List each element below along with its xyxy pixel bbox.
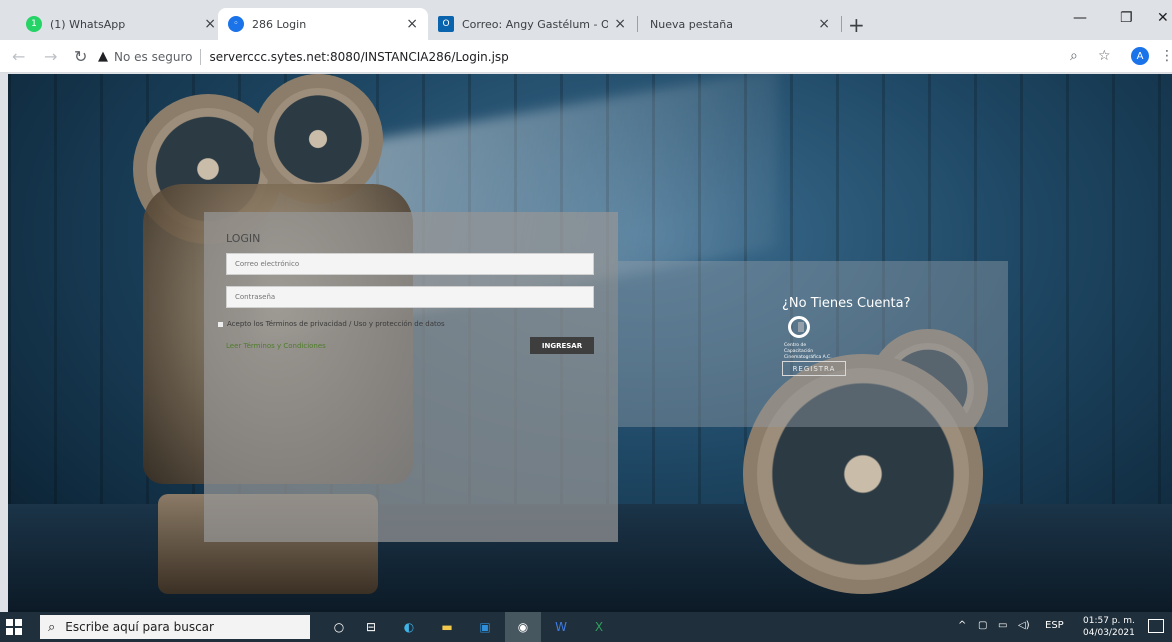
- clock-time: 01:57 p. m.: [1083, 616, 1135, 626]
- whatsapp-icon: 1: [26, 16, 42, 32]
- login-panel: LOGIN Acepto los Términos de privacidad …: [204, 212, 618, 542]
- tab-title: 286 Login: [252, 17, 307, 31]
- tab-title: (1) WhatsApp: [50, 17, 126, 31]
- search-icon: ⌕: [48, 619, 56, 635]
- word-icon[interactable]: W: [552, 618, 570, 636]
- tab-outlook[interactable]: O Correo: Angy Gastélum - Outlook ×: [428, 8, 636, 40]
- ccc-logo-icon: [788, 316, 810, 338]
- no-account-heading: ¿No Tienes Cuenta?: [782, 296, 911, 311]
- tab-new[interactable]: Nueva pestaña ×: [640, 8, 840, 40]
- clock-date: 04/03/2021: [1083, 628, 1135, 638]
- tab-whatsapp[interactable]: 1 (1) WhatsApp ×: [16, 8, 226, 40]
- terms-checkbox[interactable]: [218, 321, 223, 327]
- browser-toolbar: ← → ↻ ▲ No es seguro serverccc.sytes.net…: [0, 40, 1172, 73]
- page-viewport: ¿No Tienes Cuenta? Centro de Capacitació…: [8, 74, 1172, 612]
- cortana-icon[interactable]: ○: [330, 618, 348, 636]
- read-terms-link[interactable]: Leer Términos y Condiciones: [226, 342, 326, 350]
- minimize-icon[interactable]: —: [1073, 10, 1087, 26]
- close-window-icon[interactable]: ✕: [1157, 10, 1169, 26]
- clock[interactable]: 01:57 p. m. 04/03/2021: [1083, 615, 1135, 639]
- register-button[interactable]: REGISTRA: [782, 361, 846, 376]
- edge-icon[interactable]: ◐: [400, 618, 418, 636]
- tray-overflow-icon[interactable]: ^: [958, 620, 966, 631]
- url-text[interactable]: serverccc.sytes.net:8080/INSTANCIA286/Lo…: [209, 50, 508, 64]
- menu-kebab-icon[interactable]: ⋮: [1160, 48, 1172, 64]
- task-view-icon[interactable]: ⊟: [362, 618, 380, 636]
- terms-label: Acepto los Términos de privacidad / Uso …: [227, 320, 445, 328]
- tab-divider: [637, 16, 638, 32]
- taskbar-search[interactable]: ⌕ Escribe aquí para buscar: [40, 615, 310, 639]
- close-tab-icon[interactable]: ×: [406, 16, 418, 32]
- meet-now-icon[interactable]: ▢: [978, 620, 987, 631]
- login-title: LOGIN: [226, 232, 261, 245]
- omnibox-divider: [200, 48, 202, 65]
- volume-icon[interactable]: ◁): [1018, 620, 1030, 631]
- windows-taskbar: ⌕ Escribe aquí para buscar ○ ⊟ ◐ ▬ ▣ ◉ W…: [0, 612, 1172, 642]
- security-label[interactable]: No es seguro: [114, 50, 192, 64]
- tab-title: Nueva pestaña: [650, 17, 733, 31]
- site-icon: ◦: [228, 16, 244, 32]
- outlook-icon: O: [438, 16, 454, 32]
- forward-icon[interactable]: →: [44, 47, 57, 66]
- reload-icon[interactable]: ↻: [74, 47, 87, 66]
- email-field[interactable]: [226, 253, 594, 275]
- login-submit-button[interactable]: INGRESAR: [530, 337, 594, 354]
- outlook-taskbar-icon[interactable]: ▣: [476, 618, 494, 636]
- close-tab-icon[interactable]: ×: [204, 16, 216, 32]
- terms-row: Acepto los Términos de privacidad / Uso …: [218, 320, 445, 328]
- bookmark-star-icon[interactable]: ☆: [1098, 48, 1111, 64]
- close-tab-icon[interactable]: ×: [818, 16, 830, 32]
- windows-start-icon[interactable]: [6, 619, 22, 635]
- register-panel: ¿No Tienes Cuenta? Centro de Capacitació…: [618, 261, 1008, 427]
- file-explorer-icon[interactable]: ▬: [438, 618, 456, 636]
- restore-icon[interactable]: ❐: [1120, 10, 1133, 26]
- logo-caption: Centro de Capacitación Cinematográfica A…: [784, 343, 832, 360]
- search-placeholder: Escribe aquí para buscar: [65, 620, 214, 634]
- profile-avatar[interactable]: A: [1131, 47, 1149, 65]
- notification-center-icon[interactable]: [1148, 619, 1164, 633]
- address-bar[interactable]: ▲ No es seguro serverccc.sytes.net:8080/…: [98, 44, 1088, 69]
- chrome-taskbar-icon[interactable]: ◉: [505, 612, 541, 642]
- back-icon[interactable]: ←: [12, 47, 25, 66]
- tab-login[interactable]: ◦ 286 Login ×: [218, 8, 428, 40]
- tab-strip: 1 (1) WhatsApp × ◦ 286 Login × O Correo:…: [0, 0, 1172, 40]
- tab-title: Correo: Angy Gastélum - Outlook: [462, 17, 609, 31]
- new-tab-button[interactable]: +: [848, 13, 865, 37]
- tab-divider: [841, 16, 842, 32]
- excel-icon[interactable]: X: [590, 618, 608, 636]
- language-indicator[interactable]: ESP: [1045, 620, 1064, 631]
- zoom-icon[interactable]: ⌕: [1070, 48, 1078, 64]
- close-tab-icon[interactable]: ×: [614, 16, 626, 32]
- network-icon[interactable]: ▭: [998, 620, 1007, 631]
- warning-icon[interactable]: ▲: [98, 49, 108, 64]
- password-field[interactable]: [226, 286, 594, 308]
